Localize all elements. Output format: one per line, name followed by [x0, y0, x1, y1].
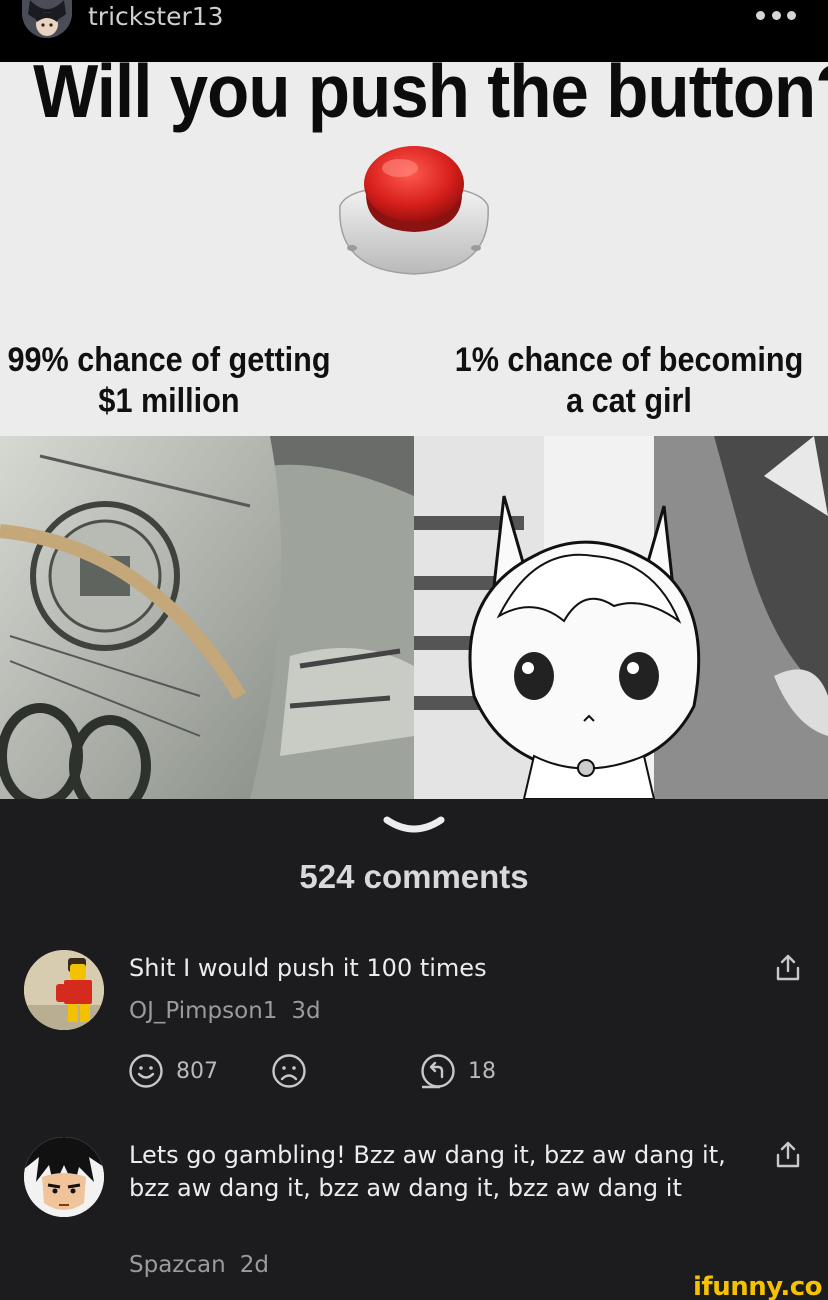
replies-button[interactable]: 18: [420, 1053, 496, 1089]
comment-meta: OJ_Pimpson1 3d: [129, 998, 321, 1024]
money-photo: [0, 436, 414, 799]
commenter-avatar[interactable]: [24, 1137, 104, 1217]
option-right-line1: 1% chance of becoming: [454, 341, 804, 379]
share-icon[interactable]: [774, 1140, 802, 1170]
unsmile-button[interactable]: [271, 1053, 307, 1089]
meme-image: Will you push the button? 99% chance of …: [0, 62, 828, 799]
cat-girl-illustration: [414, 436, 828, 799]
comment-meta: Spazcan 2d: [129, 1252, 269, 1278]
comment-time: 3d: [291, 998, 321, 1024]
comment-author[interactable]: Spazcan: [129, 1252, 226, 1278]
smile-icon: [129, 1054, 163, 1088]
more-options-icon[interactable]: [756, 1, 796, 29]
option-left-line2: $1 million: [98, 382, 240, 420]
reply-count: 18: [468, 1058, 496, 1084]
frown-icon: [272, 1054, 306, 1088]
smile-button[interactable]: 807: [128, 1053, 218, 1089]
chevron-down-icon[interactable]: [381, 812, 447, 838]
comment-text: Shit I would push it 100 times: [129, 954, 487, 982]
user-avatar[interactable]: [22, 0, 72, 38]
option-left-line1: 99% chance of getting: [7, 341, 331, 379]
option-left: 99% chance of getting $1 million: [0, 340, 340, 422]
option-right-line2: a cat girl: [566, 382, 692, 420]
top-bar: trickster13: [0, 0, 828, 62]
comment-text: Lets go gambling! Bzz aw dang it, bzz aw…: [129, 1141, 726, 1202]
comments-count: 524 comments: [299, 858, 529, 895]
meme-title: Will you push the button?: [33, 62, 828, 133]
share-icon[interactable]: [774, 953, 802, 983]
red-button-illustration: [330, 146, 498, 276]
comment-time: 2d: [239, 1252, 269, 1278]
commenter-avatar[interactable]: [24, 950, 104, 1030]
username[interactable]: trickster13: [88, 2, 224, 31]
option-right: 1% chance of becoming a cat girl: [440, 340, 818, 422]
reply-icon: [421, 1054, 455, 1089]
comment-author[interactable]: OJ_Pimpson1: [129, 998, 277, 1024]
smile-count: 807: [176, 1058, 218, 1084]
ifunny-watermark: ifunny.co: [693, 1272, 822, 1300]
